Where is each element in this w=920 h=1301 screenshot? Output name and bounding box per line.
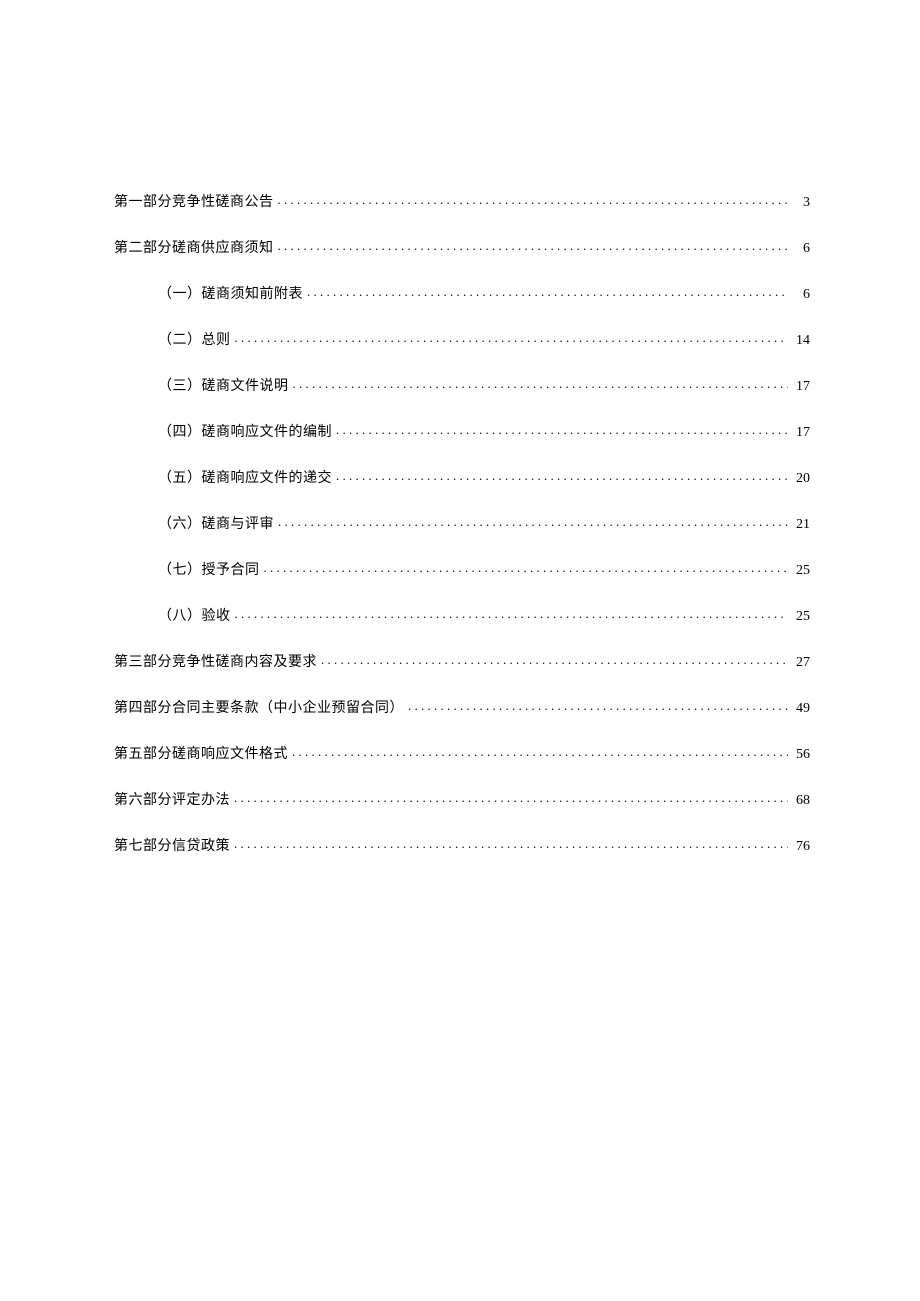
toc-leader-dots bbox=[408, 698, 788, 712]
toc-leader-dots bbox=[307, 284, 788, 298]
toc-entry-page: 49 bbox=[792, 702, 810, 716]
toc-entry-page: 20 bbox=[792, 472, 810, 486]
toc-leader-dots bbox=[278, 514, 788, 528]
toc-leader-dots bbox=[293, 376, 789, 390]
toc-entry: （四）磋商响应文件的编制 17 bbox=[114, 422, 810, 440]
toc-entry: （八）验收 25 bbox=[114, 606, 810, 624]
toc-leader-dots bbox=[264, 560, 789, 574]
toc-leader-dots bbox=[292, 744, 788, 758]
toc-entry-label: （八）验收 bbox=[158, 610, 231, 624]
toc-entry: 第五部分磋商响应文件格式 56 bbox=[114, 744, 810, 762]
toc-entry: （二）总则 14 bbox=[114, 330, 810, 348]
toc-entry-label: （二）总则 bbox=[158, 334, 231, 348]
toc-entry: （六）磋商与评审 21 bbox=[114, 514, 810, 532]
toc-leader-dots bbox=[336, 422, 788, 436]
toc-entry-label: 第四部分合同主要条款（中小企业预留合同） bbox=[114, 702, 404, 716]
toc-leader-dots bbox=[235, 330, 789, 344]
toc-entry-page: 17 bbox=[792, 380, 810, 394]
toc-entry-label: 第一部分竞争性磋商公告 bbox=[114, 196, 274, 210]
toc-entry-label: （五）磋商响应文件的递交 bbox=[158, 472, 332, 486]
toc-leader-dots bbox=[234, 790, 788, 804]
toc-entry: 第二部分磋商供应商须知 6 bbox=[114, 238, 810, 256]
toc-entry-page: 14 bbox=[792, 334, 810, 348]
toc-entry: （一）磋商须知前附表 6 bbox=[114, 284, 810, 302]
toc-entry: 第三部分竞争性磋商内容及要求 27 bbox=[114, 652, 810, 670]
toc-entry-page: 3 bbox=[792, 196, 810, 210]
toc-leader-dots bbox=[234, 836, 788, 850]
toc-entry: 第六部分评定办法 68 bbox=[114, 790, 810, 808]
toc-entry-page: 25 bbox=[792, 564, 810, 578]
toc-entry-page: 27 bbox=[792, 656, 810, 670]
toc-entry-label: （三）磋商文件说明 bbox=[158, 380, 289, 394]
toc-entry: 第一部分竞争性磋商公告 3 bbox=[114, 192, 810, 210]
toc-entry: （七）授予合同 25 bbox=[114, 560, 810, 578]
toc-entry-page: 6 bbox=[792, 242, 810, 256]
toc-entry: 第七部分信贷政策 76 bbox=[114, 836, 810, 854]
toc-leader-dots bbox=[235, 606, 789, 620]
toc-entry-label: 第三部分竞争性磋商内容及要求 bbox=[114, 656, 317, 670]
toc-leader-dots bbox=[321, 652, 788, 666]
toc-entry-label: 第二部分磋商供应商须知 bbox=[114, 242, 274, 256]
toc-entry-label: （四）磋商响应文件的编制 bbox=[158, 426, 332, 440]
toc-entry: 第四部分合同主要条款（中小企业预留合同） 49 bbox=[114, 698, 810, 716]
toc-entry: （三）磋商文件说明 17 bbox=[114, 376, 810, 394]
toc-entry: （五）磋商响应文件的递交 20 bbox=[114, 468, 810, 486]
toc-entry-label: （六）磋商与评审 bbox=[158, 518, 274, 532]
toc-entry-label: （一）磋商须知前附表 bbox=[158, 288, 303, 302]
toc-entry-page: 21 bbox=[792, 518, 810, 532]
table-of-contents: 第一部分竞争性磋商公告 3 第二部分磋商供应商须知 6 （一）磋商须知前附表 6 （二）总则… bbox=[114, 192, 810, 854]
toc-entry-label: 第六部分评定办法 bbox=[114, 794, 230, 808]
toc-leader-dots bbox=[336, 468, 788, 482]
toc-entry-page: 17 bbox=[792, 426, 810, 440]
toc-leader-dots bbox=[278, 238, 789, 252]
toc-entry-label: （七）授予合同 bbox=[158, 564, 260, 578]
toc-entry-label: 第七部分信贷政策 bbox=[114, 840, 230, 854]
toc-entry-page: 56 bbox=[792, 748, 810, 762]
toc-entry-page: 68 bbox=[792, 794, 810, 808]
toc-entry-page: 6 bbox=[792, 288, 810, 302]
toc-leader-dots bbox=[278, 192, 789, 206]
toc-entry-label: 第五部分磋商响应文件格式 bbox=[114, 748, 288, 762]
toc-entry-page: 76 bbox=[792, 840, 810, 854]
toc-entry-page: 25 bbox=[792, 610, 810, 624]
